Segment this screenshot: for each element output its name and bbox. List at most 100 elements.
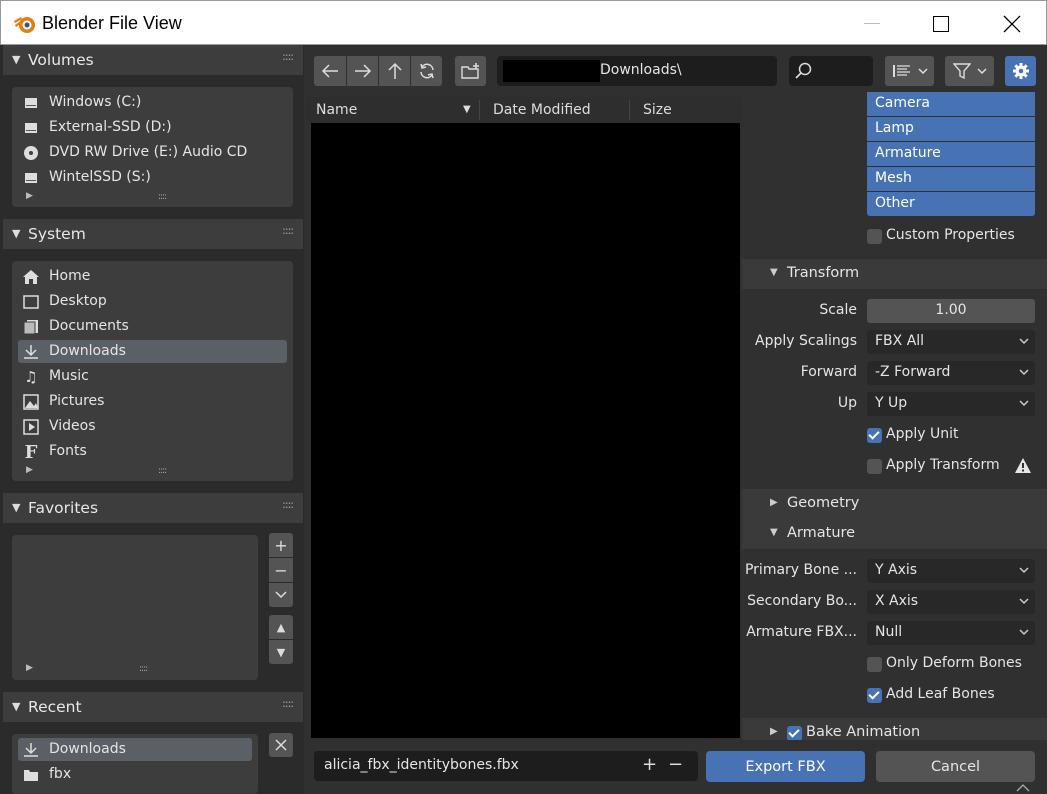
column-name[interactable]: Name	[316, 102, 357, 118]
refresh-button[interactable]	[411, 56, 442, 86]
search-input[interactable]	[789, 56, 873, 86]
secondary-bone-dropdown[interactable]: X Axis	[867, 590, 1035, 614]
recent-list: Downloads fbx	[12, 734, 258, 794]
apply-scalings-dropdown[interactable]: FBX All	[867, 330, 1035, 354]
volumes-panel-header[interactable]: ▼ Volumes ::::	[3, 45, 303, 75]
recent-item-downloads[interactable]: Downloads	[18, 738, 252, 761]
sidebar-item-downloads[interactable]: Downloads	[18, 340, 287, 363]
system-panel-header[interactable]: ▼ System ::::	[3, 219, 303, 249]
remove-favorite-button[interactable]: −	[269, 558, 293, 582]
sidebar-item-videos[interactable]: Videos	[18, 415, 287, 438]
title-bar: Blender File View	[0, 0, 1047, 45]
back-button[interactable]	[314, 56, 346, 86]
recent-panel-header[interactable]: ▼ Recent ::::	[3, 692, 303, 722]
sort-descending-icon[interactable]: ▼	[463, 104, 471, 115]
volume-label: External-SSD (D:)	[49, 119, 172, 135]
apply-unit-label: Apply Unit	[886, 426, 959, 442]
only-deform-bones-checkbox[interactable]	[867, 657, 882, 672]
favorites-list: ▶ ::::	[12, 535, 258, 680]
drag-grip-icon[interactable]: ::::	[282, 224, 294, 237]
resize-grip-icon[interactable]: ::::	[158, 192, 167, 202]
close-button[interactable]	[989, 1, 1035, 46]
custom-properties-checkbox[interactable]	[867, 229, 882, 244]
file-list-header: Name ▼ Date Modified Size	[306, 97, 742, 123]
volume-item-d[interactable]: External-SSD (D:)	[18, 116, 287, 139]
object-type-lamp[interactable]: Lamp	[867, 117, 1035, 141]
cancel-button[interactable]: Cancel	[876, 751, 1035, 782]
recent-title: Recent	[28, 698, 82, 716]
filename-input[interactable]: alicia_fbx_identitybones.fbx + −	[314, 751, 698, 781]
chevron-up-icon[interactable]	[1016, 784, 1030, 792]
expand-arrow-icon[interactable]: ▶	[26, 465, 33, 475]
filter-dropdown[interactable]	[945, 56, 994, 86]
object-type-camera[interactable]: Camera	[867, 92, 1035, 116]
move-up-button[interactable]: ▲	[269, 615, 293, 639]
column-size[interactable]: Size	[643, 102, 672, 118]
file-list-area[interactable]	[311, 123, 740, 738]
apply-unit-checkbox[interactable]	[867, 428, 882, 443]
bake-animation-checkbox[interactable]	[787, 726, 802, 741]
favorites-panel-header[interactable]: ▼ Favorites ::::	[3, 493, 303, 523]
column-divider	[479, 100, 480, 120]
add-leaf-bones-checkbox[interactable]	[867, 688, 882, 703]
minimize-button[interactable]	[849, 1, 895, 46]
favorites-menu-button[interactable]	[269, 583, 293, 607]
disk-icon	[22, 119, 40, 137]
clear-recent-button[interactable]	[269, 733, 293, 757]
scale-field[interactable]: 1.00	[867, 299, 1035, 323]
expand-arrow-icon[interactable]: ▶	[26, 191, 33, 201]
transform-section-header[interactable]: ▼ Transform	[742, 259, 1047, 289]
decrement-filename-button[interactable]: −	[668, 754, 683, 775]
volume-item-e[interactable]: DVD RW Drive (E:) Audio CD	[18, 141, 287, 164]
filename-text: alicia_fbx_identitybones.fbx	[324, 757, 519, 773]
apply-transform-checkbox[interactable]	[867, 459, 882, 474]
armature-section-header[interactable]: ▼ Armature	[742, 519, 1047, 549]
chevron-down-icon	[1019, 567, 1029, 574]
directory-path-field[interactable]: Downloads\	[497, 56, 777, 86]
search-icon	[795, 62, 812, 79]
up-dropdown[interactable]: Y Up	[867, 392, 1035, 416]
maximize-icon	[933, 15, 949, 32]
resize-grip-icon[interactable]: ::::	[139, 664, 148, 674]
armature-fbx-dropdown[interactable]: Null	[867, 621, 1035, 645]
sidebar-item-home[interactable]: Home	[18, 265, 287, 288]
expand-arrow-icon[interactable]: ▶	[26, 663, 33, 673]
sidebar-item-pictures[interactable]: Pictures	[18, 390, 287, 413]
forward-dropdown[interactable]: -Z Forward	[867, 361, 1035, 385]
disc-icon	[22, 144, 40, 162]
sidebar-item-desktop[interactable]: Desktop	[18, 290, 287, 313]
parent-directory-button[interactable]	[379, 56, 410, 86]
primary-bone-dropdown[interactable]: Y Axis	[867, 559, 1035, 583]
sidebar-item-documents[interactable]: Documents	[18, 315, 287, 338]
recent-item-label: fbx	[49, 766, 72, 782]
chevron-down-icon	[917, 68, 928, 74]
increment-filename-button[interactable]: +	[642, 754, 657, 775]
move-down-button[interactable]: ▼	[269, 640, 293, 664]
sidebar-item-label: Desktop	[49, 293, 107, 309]
new-directory-button[interactable]	[455, 56, 486, 86]
pictures-icon	[22, 393, 40, 411]
sidebar-item-fonts[interactable]: F Fonts	[18, 440, 287, 463]
object-type-mesh[interactable]: Mesh	[867, 167, 1035, 191]
chevron-down-icon	[1019, 400, 1029, 407]
geometry-section-header[interactable]: ▶ Geometry	[742, 489, 1047, 519]
recent-item-fbx[interactable]: fbx	[18, 763, 252, 786]
maximize-button[interactable]	[918, 1, 964, 46]
object-type-armature[interactable]: Armature	[867, 142, 1035, 166]
sidebar-item-music[interactable]: ♫ Music	[18, 365, 287, 388]
add-favorite-button[interactable]: +	[269, 533, 293, 557]
resize-grip-icon[interactable]: ::::	[158, 466, 167, 476]
drag-grip-icon[interactable]: ::::	[282, 50, 294, 63]
volume-item-s[interactable]: WintelSSD (S:)	[18, 166, 287, 189]
display-mode-dropdown[interactable]	[885, 56, 934, 86]
object-type-other[interactable]: Other	[867, 192, 1035, 216]
settings-toggle-button[interactable]	[1005, 56, 1036, 86]
drag-grip-icon[interactable]: ::::	[282, 697, 294, 710]
column-date-modified[interactable]: Date Modified	[493, 102, 591, 118]
drag-grip-icon[interactable]: ::::	[282, 498, 294, 511]
volume-item-c[interactable]: Windows (C:)	[18, 91, 287, 114]
only-deform-bones-label: Only Deform Bones	[886, 655, 1022, 671]
export-fbx-button[interactable]: Export FBX	[706, 751, 865, 782]
plus-icon: +	[274, 535, 288, 555]
forward-button[interactable]	[347, 56, 378, 86]
